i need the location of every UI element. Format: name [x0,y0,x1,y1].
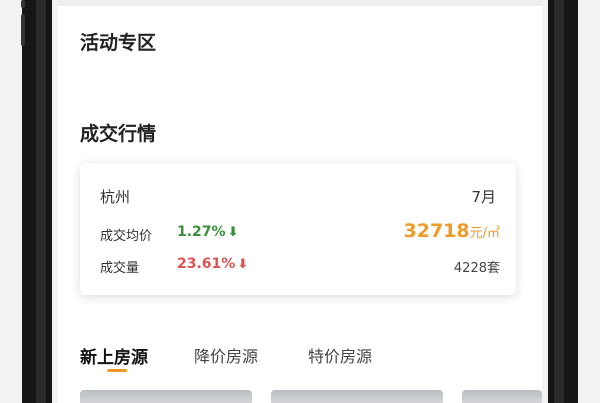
phone-screen: 活动专区 成交行情 杭州 7月 成交均价 1.27% ⬇ 32718元/㎡ 成交量… [58,0,542,403]
avg-price-label: 成交均价 [100,229,153,244]
avg-price-number: 32718 [403,220,470,242]
down-arrow-icon: ⬇ [227,225,239,240]
avg-price-value: 32718元/㎡ [404,220,501,242]
listing-thumbnail[interactable] [80,390,252,403]
volume-change-value: 23.61% [177,256,236,272]
volume-change: 23.61% ⬇ [177,256,248,272]
listing-thumbnail[interactable] [271,390,443,403]
tab-price-reduced[interactable]: 降价房源 [194,343,258,367]
city-label[interactable]: 杭州 [100,186,130,207]
phone-side-button [21,0,25,8]
tab-new-listings[interactable]: 新上房源 [80,343,148,368]
listing-thumbnail[interactable] [462,390,542,403]
phone-bezel-left [0,0,62,403]
avg-price-unit: 元/㎡ [469,226,500,241]
avg-price-change-value: 1.27% [177,224,226,240]
activity-section-title: 活动专区 [80,32,157,54]
volume-count: 4228套 [453,261,500,276]
down-arrow-icon: ⬇ [237,257,249,272]
top-divider [58,0,542,6]
phone-bezel-right [538,0,600,403]
market-card[interactable]: 杭州 7月 成交均价 1.27% ⬇ 32718元/㎡ 成交量 23.61% ⬇ 4… [80,163,516,295]
avg-price-change: 1.27% ⬇ [177,224,238,240]
active-tab-indicator [107,369,127,372]
market-section-title: 成交行情 [80,123,157,145]
volume-label: 成交量 [100,261,140,276]
tab-special-offer[interactable]: 特价房源 [308,343,372,367]
month-label[interactable]: 7月 [471,186,496,207]
phone-side-button [21,14,25,46]
